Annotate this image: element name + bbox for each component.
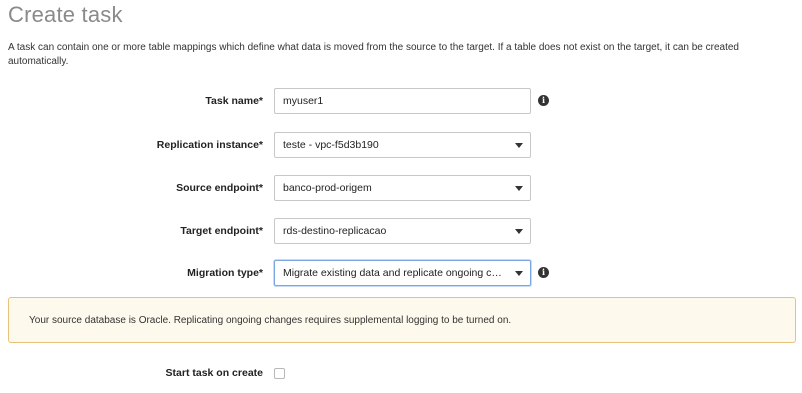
chevron-down-icon xyxy=(515,143,523,148)
info-icon[interactable]: i xyxy=(538,95,549,106)
target-endpoint-row: Target endpoint* rds-destino-replicacao xyxy=(0,218,802,244)
start-task-checkbox[interactable] xyxy=(274,368,285,379)
chevron-down-icon xyxy=(515,271,523,276)
alert-text: Your source database is Oracle. Replicat… xyxy=(29,315,512,326)
task-name-label: Task name* xyxy=(205,95,263,107)
start-task-label: Start task on create xyxy=(165,367,263,379)
page-title: Create task xyxy=(8,2,123,27)
migration-type-select[interactable]: Migrate existing data and replicate ongo… xyxy=(274,260,531,286)
target-endpoint-select[interactable]: rds-destino-replicacao xyxy=(274,218,531,244)
migration-type-row: Migration type* Migrate existing data an… xyxy=(0,260,802,286)
target-endpoint-value: rds-destino-replicacao xyxy=(283,225,387,237)
replication-instance-row: Replication instance* teste - vpc-f5d3b1… xyxy=(0,132,802,158)
source-endpoint-select[interactable]: banco-prod-origem xyxy=(274,175,531,201)
migration-type-value: Migrate existing data and replicate ongo… xyxy=(283,267,526,279)
chevron-down-icon xyxy=(515,186,523,191)
info-icon[interactable]: i xyxy=(538,267,549,278)
replication-instance-select[interactable]: teste - vpc-f5d3b190 xyxy=(274,132,531,158)
task-name-row: Task name* myuser1 i xyxy=(0,88,802,114)
migration-type-label: Migration type* xyxy=(187,267,263,279)
page-description: A task can contain one or more table map… xyxy=(8,42,739,67)
warning-alert: Your source database is Oracle. Replicat… xyxy=(8,297,796,343)
chevron-down-icon xyxy=(515,229,523,234)
replication-instance-value: teste - vpc-f5d3b190 xyxy=(283,139,379,151)
source-endpoint-label: Source endpoint* xyxy=(176,182,263,194)
source-endpoint-row: Source endpoint* banco-prod-origem xyxy=(0,175,802,201)
task-name-input[interactable]: myuser1 xyxy=(274,88,531,114)
target-endpoint-label: Target endpoint* xyxy=(180,225,263,237)
replication-instance-label: Replication instance* xyxy=(156,139,263,151)
source-endpoint-value: banco-prod-origem xyxy=(283,182,372,194)
start-task-row: Start task on create xyxy=(0,360,802,386)
